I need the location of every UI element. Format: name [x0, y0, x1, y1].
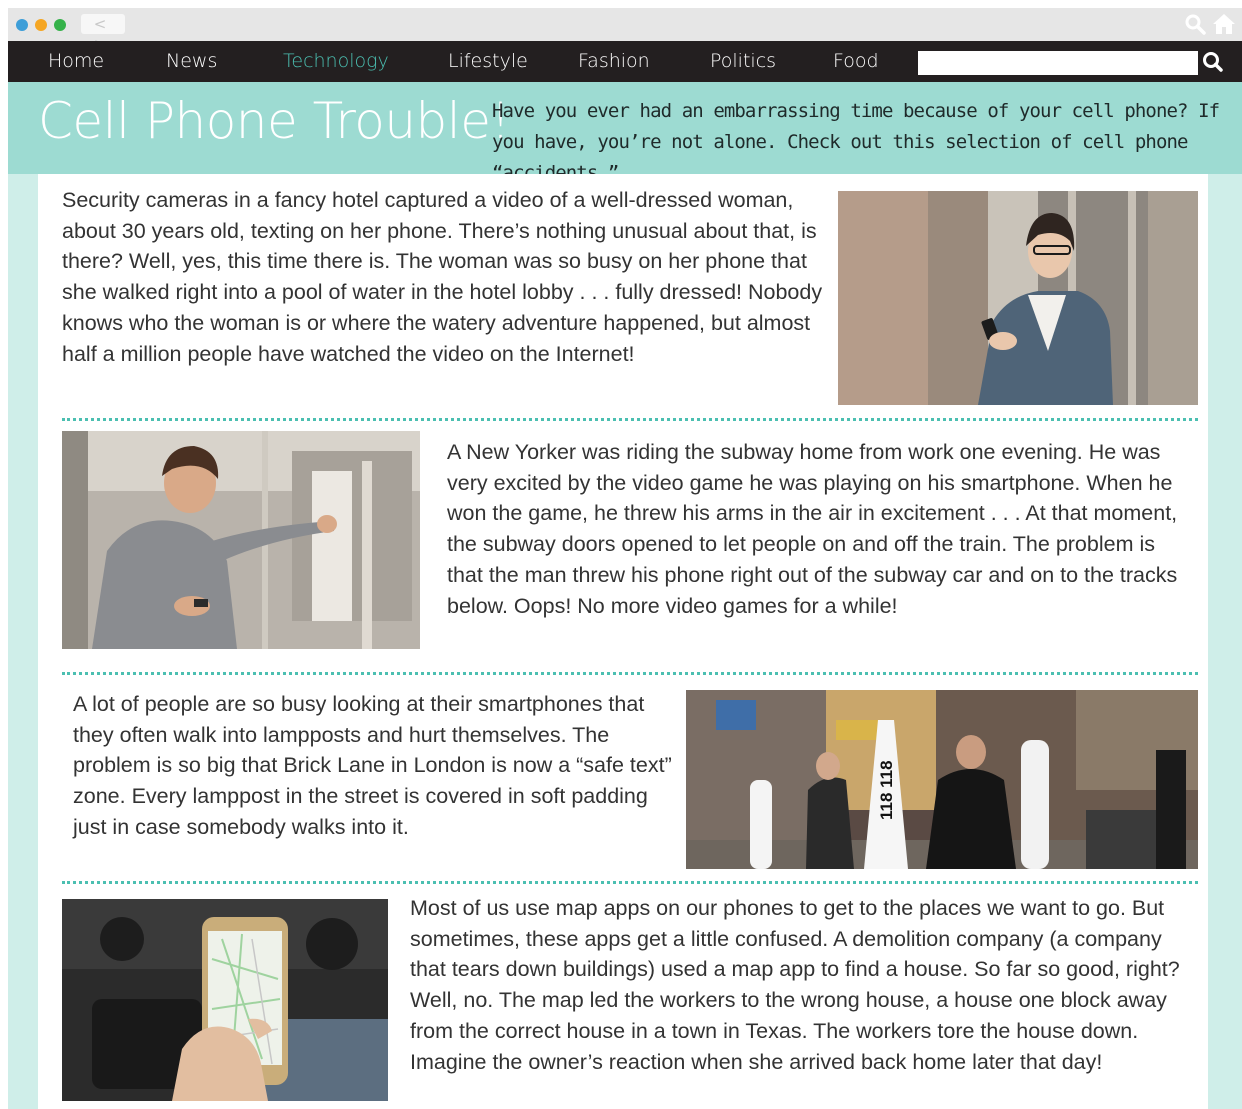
nav-item-news[interactable]: News	[166, 41, 217, 82]
story-divider	[62, 418, 1198, 421]
home-icon[interactable]	[1212, 13, 1236, 35]
article-content: Security cameras in a fancy hotel captur…	[38, 174, 1208, 1109]
story-map-app-text: Most of us use map apps on our phones to…	[410, 896, 1180, 1074]
nav-item-food[interactable]: Food	[833, 41, 879, 82]
window-control-green[interactable]	[54, 19, 66, 31]
subway-man-photo	[62, 431, 420, 649]
window-control-blue[interactable]	[16, 19, 28, 31]
search-input[interactable]	[918, 51, 1198, 75]
article-header: Cell Phone Trouble! Have you ever had an…	[8, 82, 1242, 184]
story-hotel-text: Security cameras in a fancy hotel captur…	[62, 188, 823, 366]
nav-item-technology[interactable]: Technology	[283, 41, 389, 82]
page-title: Cell Phone Trouble!	[38, 92, 511, 150]
brick-lane-photo: 118 118	[686, 690, 1198, 869]
browser-search-icon[interactable]	[1184, 13, 1206, 35]
story-lamppost-text: A lot of people are so busy looking at t…	[73, 692, 672, 839]
story-subway-text: A New Yorker was riding the subway home …	[447, 440, 1178, 618]
nav-item-home[interactable]: Home	[48, 41, 104, 82]
window-control-orange[interactable]	[35, 19, 47, 31]
browser-toolbar-icons	[1184, 12, 1236, 36]
map-app-phone-photo	[62, 899, 388, 1101]
search-icon[interactable]	[1200, 49, 1226, 75]
main-navigation: Home News Technology Lifestyle Fashion P…	[8, 41, 1242, 82]
nav-item-lifestyle[interactable]: Lifestyle	[448, 41, 528, 82]
browser-title-bar: < >	[8, 8, 1242, 53]
nav-item-fashion[interactable]: Fashion	[578, 41, 650, 82]
woman-texting-photo	[838, 191, 1198, 405]
story-divider	[62, 881, 1198, 884]
lamppost-sign-text: 118 118	[877, 760, 896, 820]
story-divider	[62, 672, 1198, 675]
back-forward-arrows-icon[interactable]: < >	[81, 14, 125, 53]
browser-window: < > Home News Technology Lifestyle Fashi…	[8, 8, 1242, 1109]
nav-item-politics[interactable]: Politics	[710, 41, 776, 82]
